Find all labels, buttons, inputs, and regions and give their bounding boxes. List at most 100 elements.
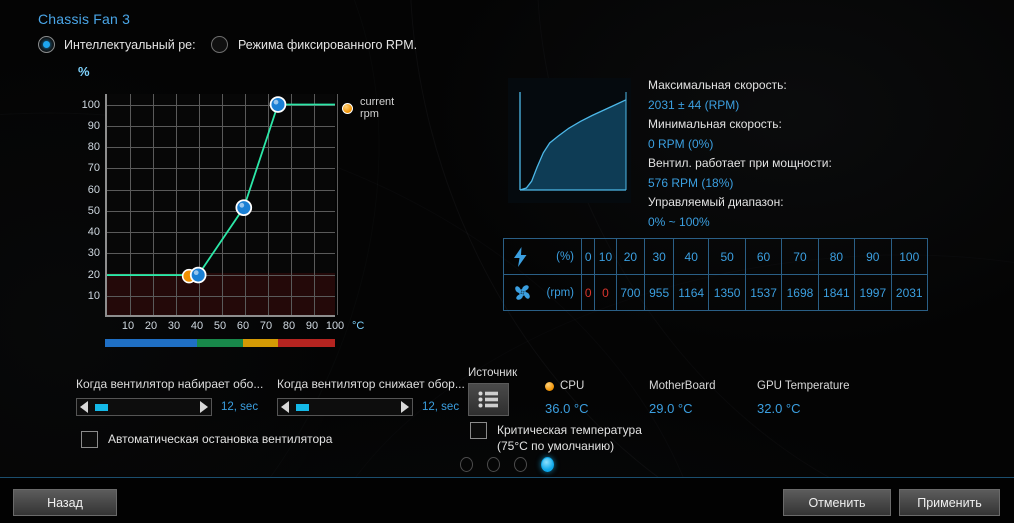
back-button[interactable]: Назад [13, 489, 117, 516]
arrow-right-icon[interactable] [200, 401, 208, 413]
spin-up-time-slider[interactable] [76, 398, 212, 416]
y-tick-60: 60 [87, 183, 100, 196]
temp-band-60-75 [243, 339, 278, 347]
info-value-3: 0% ~ 100% [648, 214, 710, 229]
temp-gpu-name: GPU Temperature [757, 380, 850, 392]
legend-label-current-rpm: current rpm [360, 96, 395, 120]
source-title: Источник [468, 367, 518, 379]
spin-down-time-label: Когда вентилятор снижает обор... [277, 377, 465, 391]
temp-motherboard-value: 29.0 °C [649, 401, 693, 416]
source-list-button[interactable] [468, 383, 509, 416]
x-tick-100: 100 [325, 320, 345, 332]
y-tick-50: 50 [87, 204, 100, 217]
cell-0-9: 90 [854, 238, 892, 275]
y-tick-100: 100 [81, 98, 100, 111]
info-value-1: 0 RPM (0%) [648, 136, 714, 151]
temp-cpu-value: 36.0 °C [545, 401, 589, 416]
x-axis-ticks: 10 20 30 40 50 60 70 80 90 100 [105, 320, 349, 336]
x-tick-60: 60 [236, 320, 250, 332]
active-source-icon [545, 381, 554, 391]
row-header-lightning: (%) [503, 238, 582, 275]
curve-handle-highlight [193, 270, 199, 276]
curve-handle-1[interactable] [189, 266, 207, 284]
cell-0-6: 60 [744, 238, 783, 275]
temp-cpu-name-row: CPU [545, 380, 589, 392]
arrow-right-icon[interactable] [401, 401, 409, 413]
cell-1-4: 1164 [673, 274, 710, 311]
spin-down-time-slider[interactable] [277, 398, 413, 416]
fan-info-list: Максимальная скорость: 2031 ± 44 (RPM) Мин… [648, 76, 832, 232]
spin-up-time-label: Когда вентилятор набирает обо... [76, 377, 264, 391]
slider-thumb[interactable] [95, 403, 108, 411]
spin-down-time-control: Когда вентилятор снижает обор... 12, sec [277, 377, 465, 416]
curve-handle-highlight [239, 202, 245, 208]
curve-handle-2[interactable] [235, 199, 253, 217]
cell-1-5: 1350 [708, 274, 746, 311]
temp-cpu: CPU 36.0 °C [545, 380, 589, 416]
y-tick-80: 80 [87, 141, 100, 154]
x-tick-50: 50 [213, 320, 227, 332]
slider-thumb[interactable] [296, 403, 309, 411]
page-title: Chassis Fan 3 [38, 11, 131, 27]
list-icon [478, 391, 498, 408]
y-tick-20: 20 [87, 268, 100, 281]
info-key-0: Максимальная скорость: [648, 78, 787, 92]
auto-stop-checkbox[interactable] [81, 431, 98, 448]
y-tick-10: 10 [87, 289, 100, 302]
x-tick-80: 80 [282, 320, 296, 332]
page-indicator [0, 457, 1014, 472]
cell-0-2: 20 [615, 238, 646, 275]
x-tick-10: 10 [121, 320, 135, 332]
fan-curve-chart[interactable]: % 100 90 80 70 60 50 40 30 20 10 10 20 30 40 50 60 70 80… [60, 64, 394, 354]
info-key-3: Управляемый диапазон: [648, 195, 784, 209]
source-selector: Источник [468, 367, 517, 416]
curve-handle-3[interactable] [269, 96, 287, 113]
info-value-0: 2031 ± 44 (RPM) [648, 97, 740, 112]
page-dot-2[interactable] [487, 457, 500, 472]
radio-fixed-rpm-mode-indicator [211, 36, 228, 53]
cell-1-2: 700 [615, 274, 646, 311]
x-tick-30: 30 [167, 320, 181, 332]
temp-gpu-value: 32.0 °C [757, 401, 801, 416]
radio-smart-mode[interactable]: Интеллектуальный ре: [38, 36, 211, 53]
critical-temp-label-line1: Критическая температура [497, 423, 642, 437]
lightning-icon [514, 246, 527, 267]
cell-0-3: 30 [644, 238, 675, 275]
cell-1-0: 0 [580, 274, 596, 311]
cancel-button[interactable]: Отменить [783, 489, 891, 516]
temp-motherboard-name: MotherBoard [649, 380, 716, 392]
temp-motherboard: MotherBoard 29.0 °C [649, 380, 715, 416]
info-key-1: Минимальная скорость: [648, 117, 782, 131]
auto-stop-label: Автоматическая остановка вентилятора [108, 432, 333, 446]
footer-bar: Назад Отменить Применить [0, 478, 1014, 523]
chart-plot-area[interactable] [105, 94, 338, 317]
arrow-left-icon[interactable] [80, 401, 88, 413]
y-tick-70: 70 [87, 162, 100, 175]
page-dot-1[interactable] [460, 457, 473, 472]
critical-temp-checkbox[interactable] [470, 422, 487, 439]
auto-stop-checkbox-row[interactable]: Автоматическая остановка вентилятора [81, 431, 332, 448]
table-row: (rpm) 0 0 700 955 1164 1350 1537 1698 1841 1997 203… [503, 274, 929, 311]
apply-button[interactable]: Применить [899, 489, 1000, 516]
cell-1-6: 1537 [744, 274, 783, 311]
arrow-left-icon[interactable] [281, 401, 289, 413]
y-tick-40: 40 [87, 226, 100, 239]
cell-1-3: 955 [644, 274, 675, 311]
cell-1-9: 1997 [854, 274, 892, 311]
fan-icon [515, 285, 530, 300]
fan-mode-radio-group: Интеллектуальный ре: Режима фиксированно… [38, 36, 417, 53]
cell-0-10: 100 [890, 238, 929, 275]
cell-0-1: 10 [594, 238, 617, 275]
cell-1-7: 1698 [781, 274, 819, 311]
qfan-control-screen: Chassis Fan 3 Интеллектуальный ре: Режим… [0, 0, 1014, 523]
cell-0-7: 70 [781, 238, 819, 275]
row-header-fan: (rpm) [503, 274, 582, 311]
page-dot-3[interactable] [514, 457, 527, 472]
page-dot-4[interactable] [541, 457, 554, 472]
curve-handle-highlight [273, 99, 279, 105]
spin-up-time-value: 12, sec [221, 401, 259, 413]
temp-gpu-name-row: GPU Temperature [757, 380, 849, 392]
critical-temp-checkbox-row[interactable]: Критическая температура (75°C по умолчан… [470, 422, 642, 454]
radio-fixed-rpm-mode[interactable]: Режима фиксированного RPM. [211, 36, 417, 53]
temp-cpu-name: CPU [560, 380, 585, 392]
